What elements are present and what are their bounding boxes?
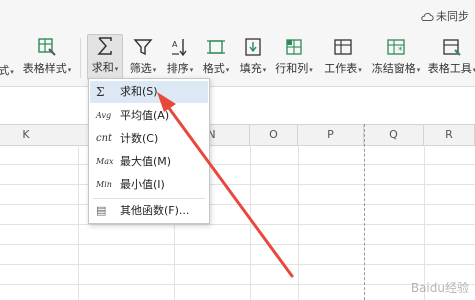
watermark: Baidu经验 <box>410 281 469 295</box>
annotation-arrow <box>157 92 294 278</box>
